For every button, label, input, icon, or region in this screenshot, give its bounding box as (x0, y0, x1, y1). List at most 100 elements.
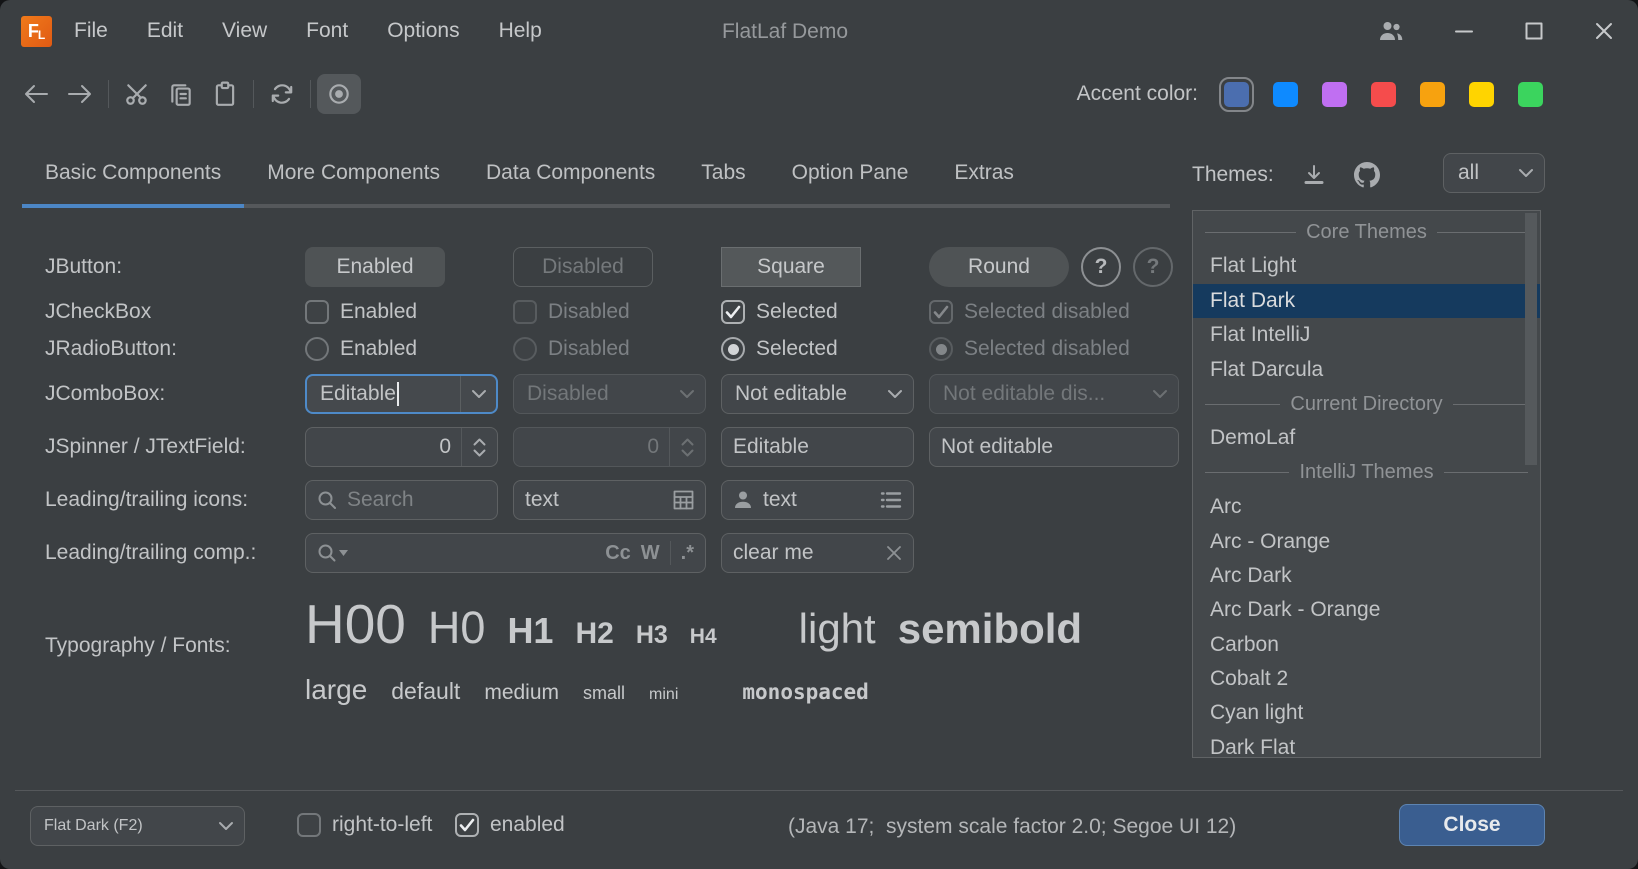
download-theme-icon[interactable] (1302, 163, 1326, 187)
themes-label: Themes: (1192, 163, 1274, 187)
tab-data-components[interactable]: Data Components (463, 142, 678, 204)
titlebar: FL File Edit View Font Options Help Flat… (0, 0, 1638, 62)
enabled-button[interactable]: Enabled (305, 247, 445, 287)
theme-item-carbon[interactable]: Carbon (1193, 628, 1540, 662)
theme-item-cyan-light[interactable]: Cyan light (1193, 696, 1540, 730)
leading-trailing-icons-label: Leading/trailing icons: (45, 488, 290, 512)
chevron-down-icon (669, 375, 705, 413)
accent-color-swatch[interactable] (1420, 82, 1445, 107)
radio-selected[interactable]: Selected (721, 337, 914, 361)
whole-words-button[interactable]: W (641, 542, 660, 565)
theme-item-flat-dark[interactable]: Flat Dark (1193, 284, 1540, 318)
search-with-options-field[interactable]: Cc W .* (305, 533, 706, 573)
menu-view[interactable]: View (222, 19, 267, 43)
checkbox-enabled[interactable]: Enabled (305, 300, 498, 324)
copy-button[interactable] (159, 74, 203, 114)
checkbox-box[interactable] (305, 300, 329, 324)
refresh-button[interactable] (260, 74, 304, 114)
theme-item-arc-orange[interactable]: Arc - Orange (1193, 525, 1540, 559)
lookandfeel-combobox[interactable]: Flat Dark (F2) (30, 806, 245, 846)
app-logo-icon: FL (21, 16, 52, 47)
menu-options[interactable]: Options (387, 19, 459, 43)
menu-edit[interactable]: Edit (147, 19, 183, 43)
bottombar: Flat Dark (F2) right-to-left enabled (Ja… (0, 791, 1638, 869)
chevron-down-icon[interactable] (460, 376, 496, 412)
flatlaf-demo-window: FL File Edit View Font Options Help Flat… (0, 0, 1638, 869)
cut-button[interactable] (115, 74, 159, 114)
square-button[interactable]: Square (721, 247, 861, 287)
theme-item-arc-dark-orange[interactable]: Arc Dark - Orange (1193, 593, 1540, 627)
github-icon[interactable] (1354, 162, 1380, 188)
theme-item-arc[interactable]: Arc (1193, 490, 1540, 524)
accent-color-swatch[interactable] (1469, 82, 1494, 107)
user-icon (733, 490, 753, 510)
menu-font[interactable]: Font (306, 19, 348, 43)
right-to-left-checkbox[interactable]: right-to-left (297, 813, 432, 837)
chevron-down-icon[interactable] (208, 807, 244, 845)
menu-help[interactable]: Help (499, 19, 542, 43)
spinner-value[interactable]: 0 (306, 435, 461, 459)
theme-item-demolaf[interactable]: DemoLaf (1193, 421, 1540, 455)
accent-color-swatch[interactable] (1273, 82, 1298, 107)
maximize-button[interactable] (1524, 21, 1544, 41)
checkbox-selected[interactable]: Selected (721, 300, 914, 324)
jspinner-row-label: JSpinner / JTextField: (45, 435, 290, 459)
textfield-with-table-icon[interactable]: text (513, 480, 706, 520)
not-editable-combobox[interactable]: Not editable (721, 374, 914, 414)
jradiobutton-row-label: JRadioButton: (45, 337, 290, 361)
basic-components-panel: JButton: Enabled Disabled Square Round ?… (45, 247, 1179, 706)
menu-file[interactable]: File (74, 19, 108, 43)
match-case-button[interactable]: Cc (605, 542, 631, 565)
theme-item-flat-intellij[interactable]: Flat IntelliJ (1193, 318, 1540, 352)
checkbox-box[interactable] (721, 300, 745, 324)
help-button[interactable]: ? (1081, 247, 1121, 287)
clear-icon[interactable] (886, 545, 902, 561)
textfield-with-user-icon[interactable]: text (721, 480, 914, 520)
spinner-arrows[interactable] (461, 428, 497, 466)
theme-item-flat-light[interactable]: Flat Light (1193, 249, 1540, 283)
editable-textfield[interactable]: Editable (721, 427, 914, 467)
forward-button[interactable] (58, 74, 102, 114)
radio-label: Enabled (340, 337, 417, 361)
enabled-checkbox[interactable]: enabled (455, 813, 565, 837)
close-button[interactable]: Close (1399, 804, 1545, 846)
users-icon[interactable] (1378, 20, 1404, 42)
accent-color-swatch[interactable] (1224, 82, 1249, 107)
search-menu-icon[interactable] (317, 543, 348, 563)
theme-item-flat-darcula[interactable]: Flat Darcula (1193, 353, 1540, 387)
radio-selected-disabled: Selected disabled (929, 337, 1179, 361)
tab-tabs[interactable]: Tabs (678, 142, 768, 204)
round-button[interactable]: Round (929, 247, 1069, 287)
theme-item-dark-flat[interactable]: Dark Flat (1193, 731, 1540, 757)
textfield-value: text (763, 488, 870, 512)
spinner[interactable]: 0 (305, 427, 498, 467)
accent-color-swatch[interactable] (1518, 82, 1543, 107)
checkbox-box[interactable] (455, 813, 479, 837)
tab-extras[interactable]: Extras (931, 142, 1037, 204)
textfield-value: Not editable (941, 435, 1167, 459)
radio-enabled[interactable]: Enabled (305, 337, 498, 361)
tab-more-components[interactable]: More Components (244, 142, 463, 204)
chevron-down-icon[interactable] (877, 375, 913, 413)
checkbox-box[interactable] (297, 813, 321, 837)
scrollbar-thumb[interactable] (1525, 213, 1537, 465)
theme-item-cobalt-2[interactable]: Cobalt 2 (1193, 662, 1540, 696)
accent-color-swatch[interactable] (1371, 82, 1396, 107)
show-hidden-toggle[interactable] (317, 74, 361, 114)
minimize-button[interactable] (1454, 21, 1474, 41)
back-button[interactable] (14, 74, 58, 114)
clearable-textfield[interactable]: clear me (721, 533, 914, 573)
editable-combobox[interactable]: Editable (305, 374, 498, 414)
paste-button[interactable] (203, 74, 247, 114)
tab-basic-components[interactable]: Basic Components (22, 142, 244, 204)
accent-color-swatch[interactable] (1322, 82, 1347, 107)
theme-item-arc-dark[interactable]: Arc Dark (1193, 559, 1540, 593)
themes-filter-combobox[interactable]: all (1443, 153, 1545, 193)
spinner-disabled: 0 (513, 427, 706, 467)
radio-circle[interactable] (721, 337, 745, 361)
regex-button[interactable]: .* (681, 542, 694, 565)
radio-circle[interactable] (305, 337, 329, 361)
close-window-button[interactable] (1594, 21, 1614, 41)
tab-option-pane[interactable]: Option Pane (769, 142, 932, 204)
search-field[interactable]: Search (305, 480, 498, 520)
